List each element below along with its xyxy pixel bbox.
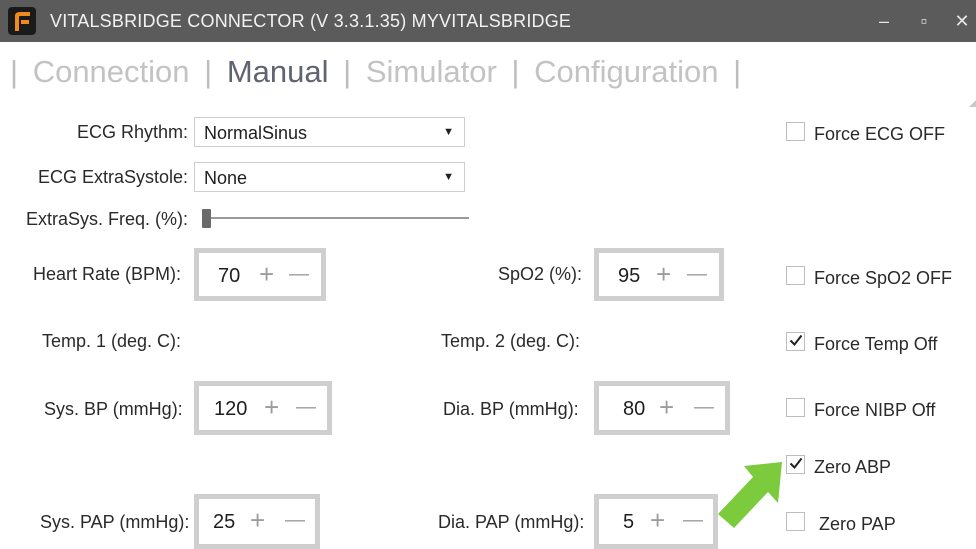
force-ecg-off-checkbox[interactable] [786,122,805,141]
window-title: VITALSBRIDGE CONNECTOR (V 3.3.1.35) MYVI… [50,11,572,31]
spo2-decrement-button[interactable]: — [687,259,707,289]
temp1-label: Temp. 1 (deg. C): [42,331,182,351]
spo2-label: SpO2 (%): [498,264,583,284]
minimize-button[interactable]: – [866,0,902,42]
ecg-extrasystole-value: None [204,168,248,188]
chevron-down-icon: ▼ [443,126,454,138]
heart-rate-value[interactable]: 70 [218,264,240,288]
sys-pap-value[interactable]: 25 [213,510,235,534]
sys-bp-label: Sys. BP (mmHg): [44,399,183,419]
tab-separator: | [204,54,213,89]
ecg-extrasystole-label: ECG ExtraSystole: [37,167,188,187]
tab-manual[interactable]: Manual [221,54,335,89]
dia-bp-increment-button[interactable]: + [659,392,674,422]
force-nibp-off-label[interactable]: Force NIBP Off [814,399,935,421]
maximize-button[interactable]: ▫ [906,0,942,42]
ecg-extrasystole-select[interactable]: None ▼ [194,162,465,192]
dia-pap-stepper[interactable]: 5 + — [594,494,718,549]
spo2-stepper[interactable]: 95 + — [594,248,724,301]
app-logo-icon [8,7,36,35]
force-temp-off-label[interactable]: Force Temp Off [814,333,937,355]
sys-pap-label: Sys. PAP (mmHg): [40,512,190,532]
heart-rate-increment-button[interactable]: + [259,259,274,289]
tab-simulator[interactable]: Simulator [360,54,503,89]
force-nibp-off-checkbox[interactable] [786,398,805,417]
force-ecg-off-label[interactable]: Force ECG OFF [814,123,945,145]
sys-pap-increment-button[interactable]: + [250,505,265,535]
tab-configuration[interactable]: Configuration [528,54,724,89]
sys-pap-decrement-button[interactable]: — [285,505,305,535]
checkmark-icon [789,334,803,347]
tab-separator: | [511,54,520,89]
tab-separator: | [10,54,19,89]
tab-separator: | [343,54,352,89]
ecg-rhythm-select[interactable]: NormalSinus ▼ [194,117,465,147]
temp2-label: Temp. 2 (deg. C): [441,331,581,351]
dia-pap-value[interactable]: 5 [623,510,634,534]
extrasys-freq-slider-thumb[interactable] [202,209,211,228]
spo2-value[interactable]: 95 [618,264,640,288]
dia-pap-decrement-button[interactable]: — [683,505,703,535]
spo2-increment-button[interactable]: + [656,259,671,289]
title-bar: VITALSBRIDGE CONNECTOR (V 3.3.1.35) MYVI… [0,0,976,42]
extrasys-freq-label: ExtraSys. Freq. (%): [26,209,189,229]
heart-rate-label: Heart Rate (BPM): [33,264,182,284]
dia-bp-label: Dia. BP (mmHg): [443,399,579,419]
sys-bp-value[interactable]: 120 [214,397,247,421]
zero-abp-label[interactable]: Zero ABP [814,456,891,478]
heart-rate-stepper[interactable]: 70 + — [194,248,326,301]
heart-rate-decrement-button[interactable]: — [289,259,309,289]
sys-pap-stepper[interactable]: 25 + — [194,494,320,549]
ecg-rhythm-value: NormalSinus [204,123,308,143]
chevron-down-icon: ▼ [443,171,454,183]
force-temp-off-checkbox[interactable] [786,332,805,351]
close-button[interactable]: ✕ [944,0,976,42]
tab-bar: | Connection | Manual | Simulator | Conf… [10,52,741,92]
sys-bp-stepper[interactable]: 120 + — [194,381,332,435]
force-spo2-off-checkbox[interactable] [786,266,805,285]
arrow-pointer-icon [718,462,782,528]
tab-separator: | [733,54,742,89]
tab-connection[interactable]: Connection [27,54,196,89]
dia-bp-stepper[interactable]: 80 + — [594,381,730,435]
dia-bp-decrement-button[interactable]: — [694,392,714,422]
dia-pap-increment-button[interactable]: + [650,505,665,535]
ecg-rhythm-label: ECG Rhythm: [76,122,188,142]
zero-pap-label[interactable]: Zero PAP [819,513,896,535]
sys-bp-decrement-button[interactable]: — [296,392,316,422]
sys-bp-increment-button[interactable]: + [264,392,279,422]
force-spo2-off-label[interactable]: Force SpO2 OFF [814,267,952,289]
dia-bp-value[interactable]: 80 [623,397,645,421]
dia-pap-label: Dia. PAP (mmHg): [438,512,585,532]
resize-corner [969,100,976,107]
extrasys-freq-slider-track[interactable] [206,217,469,219]
